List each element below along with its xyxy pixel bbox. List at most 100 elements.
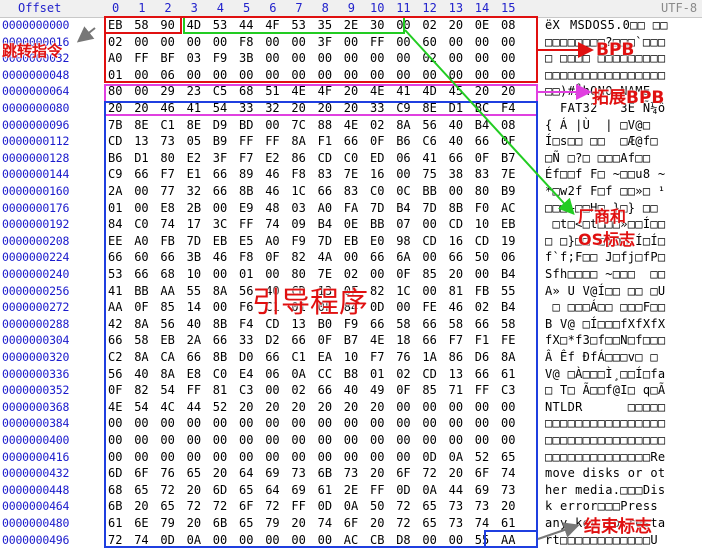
hex-byte[interactable]: 4C: [160, 399, 174, 415]
hex-byte[interactable]: 76: [396, 349, 410, 365]
hex-byte[interactable]: F8: [239, 34, 253, 50]
hex-byte[interactable]: 4D: [187, 17, 201, 33]
hex-byte[interactable]: 0A: [422, 482, 436, 498]
hex-byte[interactable]: 18: [396, 332, 410, 348]
hex-byte[interactable]: CD: [108, 133, 122, 149]
hex-byte[interactable]: 30: [370, 17, 384, 33]
hex-byte[interactable]: C3: [239, 382, 253, 398]
hex-byte[interactable]: 0F: [501, 133, 515, 149]
hex-byte[interactable]: CD: [318, 150, 332, 166]
hex-byte[interactable]: 00: [318, 67, 332, 83]
hex-byte[interactable]: 44: [449, 482, 463, 498]
hex-byte[interactable]: 02: [291, 382, 305, 398]
hex-byte[interactable]: 23: [187, 83, 201, 99]
hex-byte[interactable]: 20: [318, 100, 332, 116]
hex-byte[interactable]: 00: [501, 67, 515, 83]
hex-byte[interactable]: FF: [370, 34, 384, 50]
hex-byte[interactable]: BF: [160, 50, 174, 66]
hex-byte[interactable]: 0A: [187, 532, 201, 548]
hex-row[interactable]: 0000000352 0F 82 54 FF 81 C3 00 02 66 40 49 0F 85 71 FF…: [0, 382, 702, 398]
row-text[interactable]: f`f;F□□ J□fj□fP□: [545, 249, 665, 265]
hex-byte[interactable]: 00: [475, 266, 489, 282]
hex-byte[interactable]: 00: [449, 532, 463, 548]
hex-byte[interactable]: F9: [213, 50, 227, 66]
hex-byte[interactable]: 00: [475, 67, 489, 83]
hex-byte[interactable]: B4: [475, 117, 489, 133]
hex-byte[interactable]: FF: [291, 498, 305, 514]
hex-byte[interactable]: 00: [134, 415, 148, 431]
hex-byte[interactable]: 06: [265, 366, 279, 382]
hex-byte[interactable]: 3F: [213, 150, 227, 166]
hex-byte[interactable]: 13: [134, 133, 148, 149]
hex-byte[interactable]: 00: [370, 67, 384, 83]
hex-byte[interactable]: 88: [318, 117, 332, 133]
row-text[interactable]: V@ □À□□□Ì¸□□Í□fa: [545, 366, 665, 382]
hex-byte[interactable]: 4A: [318, 249, 332, 265]
hex-byte[interactable]: 83: [475, 166, 489, 182]
hex-byte[interactable]: 52: [475, 449, 489, 465]
hex-byte[interactable]: BB: [134, 283, 148, 299]
hex-byte[interactable]: 2A: [187, 332, 201, 348]
hex-byte[interactable]: 00: [475, 432, 489, 448]
hex-byte[interactable]: 8B: [449, 200, 463, 216]
hex-byte[interactable]: 0A: [449, 449, 463, 465]
hex-byte[interactable]: 00: [370, 415, 384, 431]
hex-byte[interactable]: 00: [422, 532, 436, 548]
hex-byte[interactable]: BB: [370, 216, 384, 232]
hex-byte[interactable]: 00: [134, 67, 148, 83]
hex-byte[interactable]: 00: [239, 415, 253, 431]
hex-byte[interactable]: 2A: [108, 183, 122, 199]
hex-byte[interactable]: 32: [265, 100, 279, 116]
hex-byte[interactable]: 00: [501, 432, 515, 448]
hex-byte[interactable]: 20: [370, 465, 384, 481]
hex-byte[interactable]: 60: [134, 249, 148, 265]
hex-byte[interactable]: 64: [265, 482, 279, 498]
hex-byte[interactable]: 77: [160, 183, 174, 199]
hex-byte[interactable]: 66: [475, 133, 489, 149]
hex-byte[interactable]: 00: [344, 34, 358, 50]
hex-byte[interactable]: EB: [213, 233, 227, 249]
hex-byte[interactable]: 02: [396, 366, 410, 382]
hex-byte[interactable]: 00: [449, 34, 463, 50]
hex-byte[interactable]: 66: [265, 349, 279, 365]
hex-byte[interactable]: 00: [344, 432, 358, 448]
hex-byte[interactable]: 00: [475, 34, 489, 50]
hex-byte[interactable]: 00: [134, 183, 148, 199]
hex-byte[interactable]: 0F: [396, 382, 410, 398]
hex-byte[interactable]: 49: [370, 382, 384, 398]
hex-byte[interactable]: CC: [318, 366, 332, 382]
hex-byte[interactable]: 00: [396, 34, 410, 50]
hex-byte[interactable]: 73: [449, 498, 463, 514]
hex-byte[interactable]: 55: [501, 283, 515, 299]
hex-byte[interactable]: 00: [344, 50, 358, 66]
hex-byte[interactable]: 20: [187, 515, 201, 531]
hex-byte[interactable]: 48: [265, 200, 279, 216]
hex-byte[interactable]: 07: [396, 216, 410, 232]
hex-byte[interactable]: 00: [370, 449, 384, 465]
hex-byte[interactable]: 20: [134, 498, 148, 514]
hex-byte[interactable]: 20: [134, 100, 148, 116]
hex-byte[interactable]: 83: [344, 183, 358, 199]
hex-byte[interactable]: 81: [213, 382, 227, 398]
hex-byte[interactable]: 73: [160, 133, 174, 149]
hex-byte[interactable]: 7E: [501, 166, 515, 182]
hex-byte[interactable]: 44: [239, 17, 253, 33]
hex-byte[interactable]: 53: [108, 266, 122, 282]
hex-byte[interactable]: 00: [265, 117, 279, 133]
hex-byte[interactable]: B9: [213, 133, 227, 149]
hex-byte[interactable]: 00: [291, 432, 305, 448]
hex-row[interactable]: 0000000160 2A 00 77 32 66 8B 46 1C 66 83 C0 0C BB 00 80…: [0, 183, 702, 199]
hex-byte[interactable]: 00: [160, 449, 174, 465]
hex-byte[interactable]: 45: [449, 83, 463, 99]
row-text[interactable]: move disks or ot: [545, 465, 665, 481]
hex-byte[interactable]: 66: [213, 166, 227, 182]
hex-byte[interactable]: 20: [318, 399, 332, 415]
hex-byte[interactable]: 1A: [422, 349, 436, 365]
hex-byte[interactable]: 00: [318, 449, 332, 465]
hex-byte[interactable]: 00: [265, 67, 279, 83]
hex-byte[interactable]: 65: [422, 515, 436, 531]
hex-byte[interactable]: 0F: [265, 249, 279, 265]
hex-byte[interactable]: FE: [422, 299, 436, 315]
hex-byte[interactable]: 6E: [134, 515, 148, 531]
hex-byte[interactable]: 8A: [501, 349, 515, 365]
